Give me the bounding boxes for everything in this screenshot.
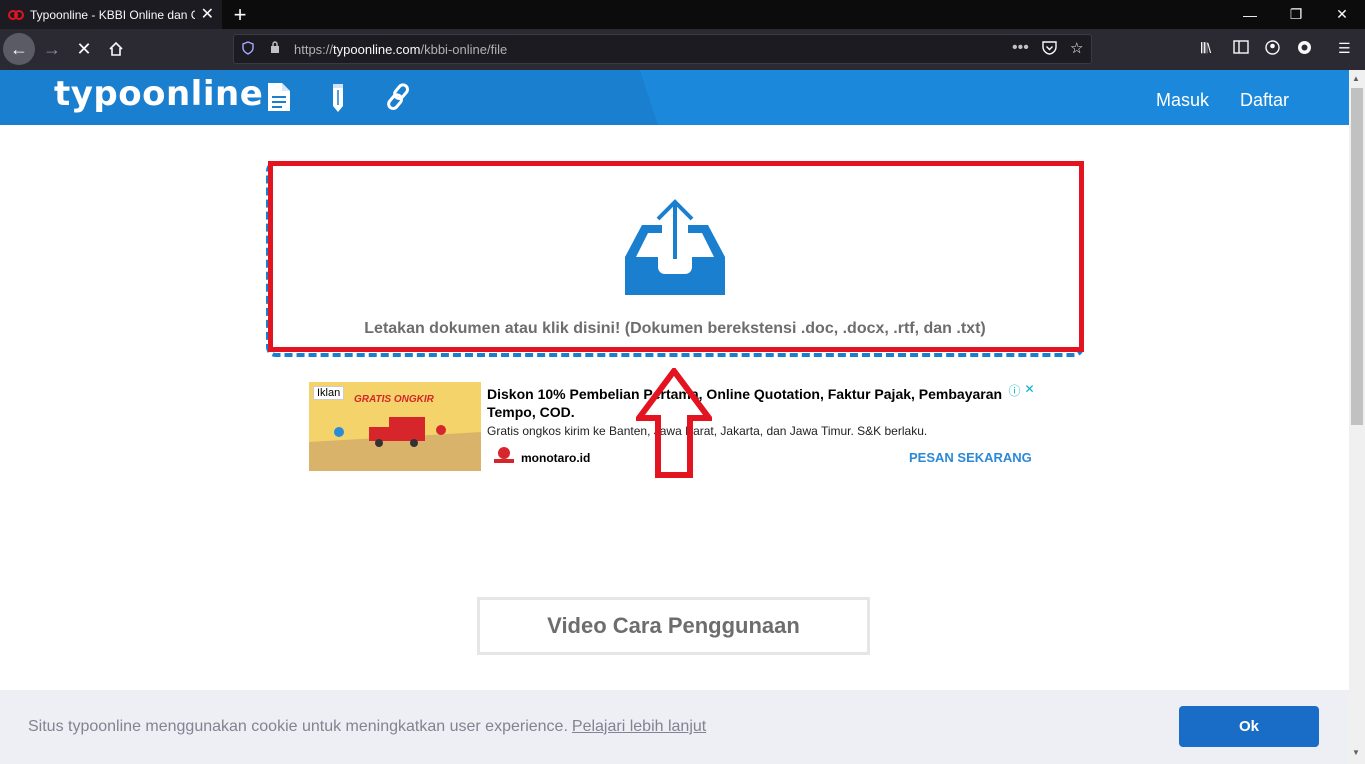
- annotation-arrow-icon: [636, 368, 712, 478]
- ad-close-icon[interactable]: ✕: [1022, 382, 1037, 397]
- ad-brand[interactable]: monotaro.id: [521, 451, 590, 465]
- more-icon[interactable]: •••: [1012, 39, 1029, 57]
- stop-icon[interactable]: ✕: [68, 33, 100, 65]
- tab-title: Typoonline - KBBI Online dan C: [30, 7, 195, 22]
- navigation-bar: ← → ✕ https://typoonline.com/kbbi-online…: [0, 29, 1365, 70]
- site-logo[interactable]: typoonline: [54, 74, 263, 114]
- site-header: typoonline Masuk Daftar: [0, 70, 1349, 125]
- home-icon[interactable]: [100, 33, 132, 65]
- back-icon[interactable]: ←: [3, 33, 35, 65]
- scroll-down-icon[interactable]: ▼: [1352, 748, 1360, 757]
- star-icon[interactable]: ☆: [1070, 39, 1083, 57]
- close-window-icon[interactable]: ✕: [1319, 0, 1365, 29]
- cookie-learn-more-link[interactable]: Pelajari lebih lanjut: [572, 718, 706, 735]
- lock-icon[interactable]: [270, 41, 280, 57]
- site-favicon-icon: [8, 9, 24, 20]
- pocket-icon[interactable]: [1042, 41, 1057, 58]
- menu-icon[interactable]: ☰: [1338, 40, 1351, 57]
- upload-instruction[interactable]: Letakan dokumen atau klik disini! (Dokum…: [266, 320, 1084, 338]
- sidebar-icon[interactable]: [1233, 40, 1249, 57]
- browser-tab[interactable]: Typoonline - KBBI Online dan C ✕: [0, 0, 222, 29]
- cookie-message: Situs typoonline menggunakan cookie untu…: [28, 718, 707, 735]
- shield-icon[interactable]: [242, 41, 254, 58]
- upload-tray-icon[interactable]: [624, 199, 726, 296]
- minimize-icon[interactable]: —: [1227, 0, 1273, 29]
- scroll-thumb[interactable]: [1351, 88, 1363, 425]
- document-icon[interactable]: [266, 82, 292, 112]
- tab-bar: Typoonline - KBBI Online dan C ✕ + — ❐ ✕: [0, 0, 1365, 29]
- register-link[interactable]: Daftar: [1240, 90, 1289, 111]
- cookie-ok-button[interactable]: Ok: [1179, 706, 1319, 747]
- ad-cta-button[interactable]: PESAN SEKARANG: [909, 450, 1032, 465]
- new-tab-icon[interactable]: +: [230, 2, 250, 28]
- url-text[interactable]: https://typoonline.com/kbbi-online/file: [294, 42, 507, 57]
- forward-icon[interactable]: →: [36, 33, 68, 65]
- video-tutorial-button[interactable]: Video Cara Penggunaan: [477, 597, 870, 655]
- ad-label: Iklan: [313, 386, 345, 400]
- monotaro-logo-icon: [494, 447, 514, 463]
- ad-image-caption: GRATIS ONGKIR: [354, 394, 434, 405]
- close-tab-icon[interactable]: ✕: [201, 4, 214, 24]
- url-bar[interactable]: https://typoonline.com/kbbi-online/file …: [233, 34, 1092, 64]
- scroll-up-icon[interactable]: ▲: [1352, 74, 1360, 83]
- ad-info-icon[interactable]: ⓘ: [1007, 382, 1022, 398]
- pencil-icon[interactable]: [330, 81, 346, 113]
- link-icon[interactable]: [385, 82, 413, 112]
- ad-image[interactable]: Iklan GRATIS ONGKIR: [309, 382, 481, 471]
- ad-info-controls: ⓘ ✕: [1007, 382, 1037, 398]
- sync-icon[interactable]: [1297, 40, 1312, 58]
- login-link[interactable]: Masuk: [1156, 90, 1209, 111]
- cookie-consent-bar: Situs typoonline menggunakan cookie untu…: [0, 690, 1349, 764]
- library-icon[interactable]: 𝄃𝄃\: [1201, 40, 1211, 57]
- restore-icon[interactable]: ❐: [1273, 0, 1319, 29]
- account-icon[interactable]: [1265, 40, 1280, 58]
- page-scrollbar[interactable]: ▲ ▼: [1349, 70, 1365, 764]
- ad-title[interactable]: Diskon 10% Pembelian Pertama, Online Quo…: [487, 385, 1017, 421]
